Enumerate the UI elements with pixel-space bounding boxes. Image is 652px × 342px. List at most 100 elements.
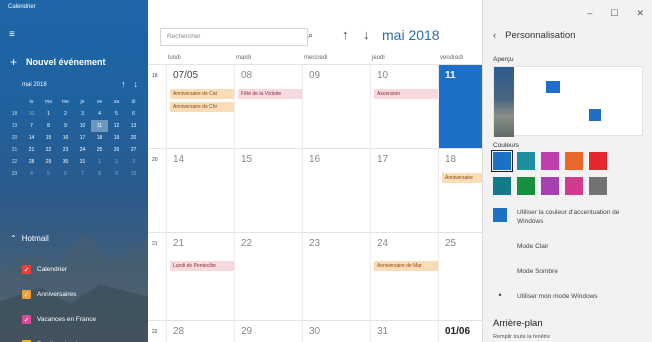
day-cell[interactable]: 07/05 Anniversaire de Cat Anniversaire de … <box>166 65 234 148</box>
color-swatch[interactable] <box>589 177 607 195</box>
mini-day[interactable]: 2 <box>108 156 125 168</box>
month-title[interactable]: mai 2018 <box>382 27 440 43</box>
mini-day[interactable]: 8 <box>91 168 108 180</box>
color-swatch[interactable] <box>517 152 535 170</box>
mini-day[interactable]: 2 <box>57 108 74 120</box>
day-cell[interactable]: 18 Anniversaire <box>438 149 482 232</box>
color-swatch[interactable] <box>589 152 607 170</box>
previous-month-icon[interactable]: ↑ <box>121 79 126 89</box>
day-cell[interactable]: 11 <box>438 65 482 148</box>
day-cell[interactable]: 15 <box>234 149 302 232</box>
day-cell[interactable]: 29 <box>234 321 302 342</box>
maximize-icon[interactable]: ☐ <box>610 8 618 19</box>
day-cell[interactable]: 10 Ascension <box>370 65 438 148</box>
event-chip[interactable]: Anniversaire de Cat <box>170 89 234 99</box>
mini-day[interactable]: 4 <box>23 168 40 180</box>
mini-day[interactable]: 29 <box>40 156 57 168</box>
day-cell[interactable]: 24 Anniversaire de Mar <box>370 233 438 320</box>
day-cell[interactable]: 09 <box>302 65 370 148</box>
mini-day[interactable]: 10 <box>125 168 142 180</box>
mini-day[interactable]: 11 <box>91 120 108 132</box>
day-cell[interactable]: 01/06 <box>438 321 482 342</box>
mini-day[interactable]: 23 <box>57 144 74 156</box>
mini-day[interactable]: 24 <box>74 144 91 156</box>
mini-day[interactable]: 10 <box>74 120 91 132</box>
account-hotmail[interactable]: ⌃ Hotmail <box>10 234 49 243</box>
mini-day[interactable]: 21 <box>23 144 40 156</box>
mini-day[interactable]: 8 <box>40 120 57 132</box>
mini-day[interactable]: 31 <box>74 156 91 168</box>
back-icon[interactable]: ‹ <box>493 30 496 41</box>
background-fill-option[interactable]: Remplir toute la fenêtre <box>493 334 550 340</box>
color-swatch[interactable] <box>491 150 513 172</box>
mini-day[interactable]: 30 <box>23 108 40 120</box>
mini-day[interactable]: 9 <box>57 120 74 132</box>
event-chip[interactable]: Ascension <box>374 89 438 99</box>
next-month-button[interactable]: ↓ <box>363 27 370 42</box>
mini-calendar-month[interactable]: mai 2018 <box>22 82 47 88</box>
checkbox-icon[interactable]: ✓ <box>22 290 31 299</box>
color-swatch[interactable] <box>541 177 559 195</box>
mini-day[interactable]: 13 <box>125 120 142 132</box>
hamburger-menu-icon[interactable]: ≡ <box>9 30 15 40</box>
mini-day[interactable]: 1 <box>91 156 108 168</box>
mini-day[interactable]: 15 <box>40 132 57 144</box>
mini-day[interactable]: 7 <box>74 168 91 180</box>
checkbox-icon[interactable]: ✓ <box>22 265 31 274</box>
light-mode-option[interactable]: Mode Clair <box>493 242 637 251</box>
mini-day[interactable]: 30 <box>57 156 74 168</box>
mini-day[interactable]: 28 <box>23 156 40 168</box>
mini-day[interactable]: 17 <box>74 132 91 144</box>
color-swatch[interactable] <box>565 152 583 170</box>
search-input[interactable]: Rechercher <box>160 28 308 46</box>
mini-day[interactable]: 27 <box>125 144 142 156</box>
event-chip[interactable]: Anniversaire de Mar <box>374 261 438 271</box>
day-cell[interactable]: 30 <box>302 321 370 342</box>
mini-day[interactable]: 14 <box>23 132 40 144</box>
mini-day[interactable]: 19 <box>108 132 125 144</box>
mini-day[interactable]: 26 <box>108 144 125 156</box>
calendar-list-item[interactable]: ✓ Vacances en France <box>22 307 146 332</box>
mini-day[interactable]: 20 <box>125 132 142 144</box>
dark-mode-option[interactable]: Mode Sombre <box>493 267 637 276</box>
new-event-button[interactable]: + Nouvel événement <box>10 55 106 69</box>
minimize-icon[interactable]: – <box>587 8 592 19</box>
day-cell[interactable]: 31 <box>370 321 438 342</box>
day-cell[interactable]: 28 <box>166 321 234 342</box>
mini-day[interactable]: 6 <box>57 168 74 180</box>
close-icon[interactable]: ✕ <box>636 8 644 19</box>
calendar-list-item[interactable]: ✓ Calendrier <box>22 257 146 282</box>
mini-day[interactable]: 3 <box>74 108 91 120</box>
mini-day[interactable]: 1 <box>40 108 57 120</box>
mini-day[interactable]: 16 <box>57 132 74 144</box>
color-swatch[interactable] <box>565 177 583 195</box>
mini-day[interactable]: 4 <box>91 108 108 120</box>
previous-month-button[interactable]: ↑ <box>342 27 349 42</box>
mini-day[interactable]: 3 <box>125 156 142 168</box>
color-swatch[interactable] <box>541 152 559 170</box>
event-chip[interactable]: Lundi de Pentecôte <box>170 261 234 271</box>
mini-day[interactable]: 12 <box>108 120 125 132</box>
calendar-list-item[interactable]: ✓ Anniversaires <box>22 282 146 307</box>
day-cell[interactable]: 23 <box>302 233 370 320</box>
day-cell[interactable]: 14 <box>166 149 234 232</box>
next-month-icon[interactable]: ↓ <box>134 79 139 89</box>
day-cell[interactable]: 22 <box>234 233 302 320</box>
mini-day[interactable]: 9 <box>108 168 125 180</box>
mini-day[interactable]: 18 <box>91 132 108 144</box>
mini-day[interactable]: 22 <box>40 144 57 156</box>
use-accent-option[interactable]: Utiliser la couleur d'accentuation de Wi… <box>493 208 637 226</box>
mini-day[interactable]: 25 <box>91 144 108 156</box>
windows-mode-option[interactable]: • Utiliser mon mode Windows <box>493 291 637 301</box>
day-cell[interactable]: 08 Fête de la Victoire <box>234 65 302 148</box>
day-cell[interactable]: 17 <box>370 149 438 232</box>
mini-day[interactable]: 6 <box>125 108 142 120</box>
search-icon[interactable]: ⌕ <box>308 30 313 41</box>
checkbox-icon[interactable]: ✓ <box>22 315 31 324</box>
calendar-list-item[interactable]: ✓Family calendar <box>22 332 146 342</box>
day-cell[interactable]: 25 <box>438 233 482 320</box>
event-chip[interactable]: Fête de la Victoire <box>238 89 302 99</box>
mini-day[interactable]: 5 <box>40 168 57 180</box>
color-swatch[interactable] <box>493 177 511 195</box>
day-cell[interactable]: 21 Lundi de Pentecôte <box>166 233 234 320</box>
